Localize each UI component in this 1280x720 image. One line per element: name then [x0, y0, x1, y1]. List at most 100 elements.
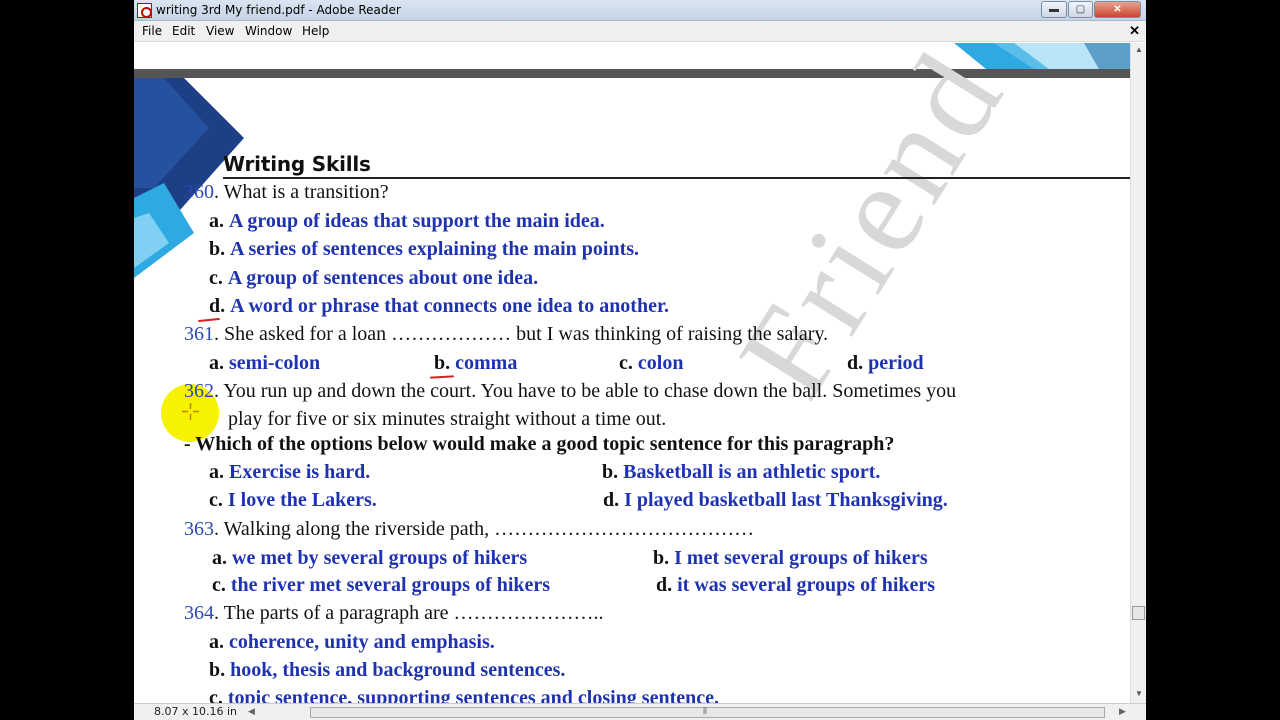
option-text: we met by several groups of hikers: [232, 547, 528, 569]
option-label: b.: [209, 238, 226, 260]
question-number: 362: [184, 380, 214, 402]
option-361-c: c. colon: [619, 352, 683, 375]
adobe-reader-window: writing 3rd My friend.pdf - Adobe Reader…: [134, 0, 1146, 720]
menu-window[interactable]: Window: [245, 24, 292, 38]
menu-file[interactable]: File: [142, 24, 162, 38]
option-text: A group of sentences about one idea.: [227, 267, 539, 289]
option-362-a: a. Exercise is hard.: [209, 461, 370, 484]
option-label: d.: [209, 295, 226, 317]
question-362-prompt: - Which of the options below would make …: [184, 433, 894, 456]
question-363: 363. Walking along the riverside path, ……: [184, 518, 754, 541]
question-text: . What is a transition?: [214, 181, 389, 203]
option-text: Basketball is an athletic sport.: [623, 461, 881, 483]
scroll-grip-icon[interactable]: ⦀: [703, 706, 707, 717]
option-364-b: b. hook, thesis and background sentences…: [209, 659, 565, 682]
option-label: d.: [847, 352, 864, 374]
option-label: c.: [209, 687, 223, 703]
option-text: semi-colon: [229, 352, 321, 374]
option-label: a.: [209, 461, 224, 483]
pdf-app-icon: [137, 3, 152, 18]
option-label: a.: [212, 547, 227, 569]
option-label: a.: [209, 631, 224, 653]
question-360: 360. What is a transition?: [184, 181, 389, 204]
option-text: coherence, unity and emphasis.: [229, 631, 495, 653]
option-label: b.: [209, 659, 226, 681]
option-label: b.: [602, 461, 619, 483]
question-number: 361: [184, 323, 214, 345]
document-page[interactable]: Friend Writing Skills 360. What is a tra…: [134, 43, 1130, 703]
option-364-a: a. coherence, unity and emphasis.: [209, 631, 495, 654]
option-360-b: b. A series of sentences explaining the …: [209, 238, 639, 261]
menu-bar: File Edit View Window Help ✕: [134, 21, 1146, 42]
option-363-c: c. the river met several groups of hiker…: [212, 574, 550, 597]
status-bar: 8.07 x 10.16 in ◀ ⦀ ▶: [134, 703, 1146, 720]
maximize-button[interactable]: ▢: [1068, 1, 1093, 18]
option-text: topic sentence, supporting sentences and…: [227, 687, 719, 703]
option-text: the river met several groups of hikers: [230, 574, 551, 596]
menu-help[interactable]: Help: [302, 24, 329, 38]
menu-edit[interactable]: Edit: [172, 24, 195, 38]
option-363-a: a. we met by several groups of hikers: [212, 547, 527, 570]
option-text: period: [868, 352, 924, 374]
option-361-b: b. comma: [434, 352, 517, 375]
section-title: Writing Skills: [223, 152, 371, 176]
title-divider: [223, 177, 1130, 179]
option-360-a: a. A group of ideas that support the mai…: [209, 210, 605, 233]
option-text: comma: [455, 352, 518, 374]
horizontal-scrollbar[interactable]: ⦀: [310, 706, 1105, 718]
question-number: 363: [184, 518, 214, 540]
scroll-right-icon[interactable]: ▶: [1119, 706, 1126, 717]
option-362-c: c. I love the Lakers.: [209, 489, 377, 512]
option-label: d.: [603, 489, 620, 511]
question-text: . Walking along the riverside path, ……………: [214, 518, 755, 540]
option-text: I met several groups of hikers: [674, 547, 928, 569]
close-window-button[interactable]: ✕: [1094, 1, 1141, 18]
option-text: Exercise is hard.: [229, 461, 371, 483]
option-text: I love the Lakers.: [227, 489, 377, 511]
option-label: b.: [434, 352, 451, 374]
red-answer-mark: [429, 375, 455, 379]
option-label: c.: [619, 352, 633, 374]
close-document-icon[interactable]: ✕: [1129, 23, 1140, 39]
option-text: A group of ideas that support the main i…: [229, 210, 605, 232]
option-360-d: d. A word or phrase that connects one id…: [209, 295, 669, 318]
question-362: 362. You run up and down the court. You …: [184, 380, 956, 403]
question-text: play for five or six minutes straight wi…: [228, 408, 667, 430]
option-text: A word or phrase that connects one idea …: [230, 295, 670, 317]
title-bar[interactable]: writing 3rd My friend.pdf - Adobe Reader…: [134, 0, 1146, 21]
option-label: a.: [209, 352, 224, 374]
option-text: A series of sentences explaining the mai…: [230, 238, 640, 260]
menu-view[interactable]: View: [206, 24, 234, 38]
scroll-left-icon[interactable]: ◀: [248, 706, 255, 717]
question-text: . The parts of a paragraph are …………………..: [214, 602, 604, 624]
option-363-d: d. it was several groups of hikers: [656, 574, 935, 597]
option-label: c.: [212, 574, 226, 596]
question-361: 361. She asked for a loan ……………… but I w…: [184, 323, 828, 346]
question-text: . You run up and down the court. You hav…: [214, 380, 957, 402]
option-362-d: d. I played basketball last Thanksgiving…: [603, 489, 948, 512]
crosshair-cursor-icon: [182, 403, 199, 420]
scroll-down-icon[interactable]: ▼: [1135, 689, 1143, 698]
question-number: 364: [184, 602, 214, 624]
option-text: I played basketball last Thanksgiving.: [624, 489, 948, 511]
option-text: colon: [637, 352, 684, 374]
option-label: c.: [209, 267, 223, 289]
option-361-d: d. period: [847, 352, 924, 375]
option-362-b: b. Basketball is an athletic sport.: [602, 461, 880, 484]
vertical-scroll-thumb[interactable]: [1132, 606, 1145, 620]
minimize-button[interactable]: ▬: [1041, 1, 1067, 18]
vertical-scrollbar[interactable]: ▲ ▼: [1130, 43, 1146, 703]
window-title: writing 3rd My friend.pdf - Adobe Reader: [156, 3, 401, 17]
option-text: hook, thesis and background sentences.: [230, 659, 566, 681]
option-361-a: a. semi-colon: [209, 352, 320, 375]
option-363-b: b. I met several groups of hikers: [653, 547, 928, 570]
question-362-continued: play for five or six minutes straight wi…: [228, 408, 666, 431]
page-size-readout: 8.07 x 10.16 in: [154, 705, 238, 718]
option-label: b.: [653, 547, 670, 569]
option-label: a.: [209, 210, 224, 232]
question-number: 360: [184, 181, 214, 203]
scroll-up-icon[interactable]: ▲: [1135, 45, 1143, 54]
option-label: d.: [656, 574, 673, 596]
red-answer-mark: [197, 317, 221, 323]
question-364: 364. The parts of a paragraph are …………………: [184, 602, 604, 625]
